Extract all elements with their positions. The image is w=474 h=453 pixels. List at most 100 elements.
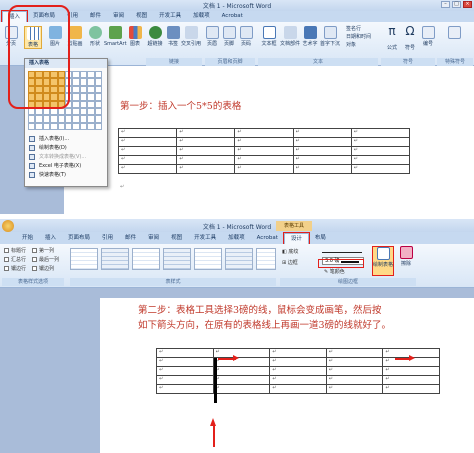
table-cell[interactable]: ↵ xyxy=(382,366,440,376)
grid-cell[interactable] xyxy=(42,107,51,116)
table-cell[interactable]: ↵ xyxy=(156,375,214,385)
tab-acrobat[interactable]: Acrobat xyxy=(216,11,249,22)
grid-cell[interactable] xyxy=(87,85,95,94)
table-style-2[interactable] xyxy=(101,248,129,270)
table-cell[interactable]: ↵ xyxy=(156,384,214,394)
tab-design[interactable]: 设计 xyxy=(282,231,310,245)
maximize-button[interactable]: □ xyxy=(452,1,461,8)
check-total-row[interactable]: 汇总行 xyxy=(4,257,26,264)
special-symbols-button[interactable] xyxy=(446,26,462,41)
table-cell[interactable]: ↵ xyxy=(117,164,178,174)
grid-cell[interactable] xyxy=(64,107,73,116)
eraser-button[interactable]: 擦除 xyxy=(398,246,414,267)
checkbox[interactable] xyxy=(32,248,37,253)
grid-cell[interactable] xyxy=(79,85,88,94)
borders-button[interactable]: ⊞ 边框 xyxy=(282,260,298,267)
quick-parts-button[interactable]: 文档部件 xyxy=(280,26,300,47)
table-cell[interactable]: ↵ xyxy=(176,146,236,156)
grid-cell[interactable] xyxy=(94,71,102,79)
draw-table-button[interactable]: 绘制表格 xyxy=(372,246,394,276)
table-cell[interactable]: ↵ xyxy=(156,348,214,358)
table-style-6[interactable] xyxy=(225,248,253,270)
table-cell[interactable]: ↵ xyxy=(176,155,236,165)
grid-cell[interactable] xyxy=(94,107,102,116)
hyperlink-button[interactable]: 超链接 xyxy=(146,26,164,47)
wordart-button[interactable]: 艺术字 xyxy=(301,26,319,47)
table-cell[interactable]: ↵ xyxy=(292,164,352,174)
header-button[interactable]: 页眉 xyxy=(205,26,219,47)
signature-line-button[interactable]: 签名行 xyxy=(346,26,361,32)
table-cell[interactable]: ↵ xyxy=(325,375,384,385)
date-time-button[interactable]: 日期和时间 xyxy=(346,34,371,40)
grid-cell[interactable] xyxy=(64,122,73,131)
grid-cell[interactable] xyxy=(79,115,88,123)
grid-cell[interactable] xyxy=(79,100,88,108)
table-cell[interactable]: ↵ xyxy=(176,137,236,147)
grid-cell[interactable] xyxy=(35,122,43,131)
grid-cell[interactable] xyxy=(87,93,95,101)
check-banded-columns[interactable]: 镶边列 xyxy=(32,266,54,273)
grid-cell[interactable] xyxy=(72,100,80,108)
table-cell[interactable]: ↵ xyxy=(269,384,327,394)
smartart-button[interactable]: SmartArt xyxy=(104,26,127,47)
checkbox[interactable] xyxy=(4,248,9,253)
grid-cell[interactable] xyxy=(64,115,73,123)
grid-cell[interactable] xyxy=(94,115,102,123)
grid-cell[interactable] xyxy=(72,85,80,94)
shading-button[interactable]: ◧ 底纹 xyxy=(282,249,298,256)
grid-cell[interactable] xyxy=(28,122,36,131)
tab-developer[interactable]: 开发工具 xyxy=(153,11,187,22)
checkbox[interactable] xyxy=(4,266,9,271)
table-cell[interactable]: ↵ xyxy=(212,375,271,385)
table-cell[interactable]: ↵ xyxy=(350,164,411,174)
checkbox[interactable] xyxy=(32,257,37,262)
table-cell[interactable]: ↵ xyxy=(176,164,236,174)
shapes-button[interactable]: 形状 xyxy=(86,26,104,47)
footer-button[interactable]: 页脚 xyxy=(222,26,236,47)
table-cell[interactable]: ↵ xyxy=(117,146,178,156)
tab-view[interactable]: 视图 xyxy=(165,233,188,244)
check-header-row[interactable]: 标题行 xyxy=(4,248,26,255)
minimize-button[interactable]: – xyxy=(441,1,450,8)
grid-cell[interactable] xyxy=(50,122,58,131)
tab-addins[interactable]: 加载项 xyxy=(222,233,251,244)
table-style-3[interactable] xyxy=(132,248,160,270)
table-cell[interactable]: ↵ xyxy=(212,348,271,358)
equation-button[interactable]: π 公式 xyxy=(384,24,400,55)
close-button[interactable]: × xyxy=(463,1,472,8)
grid-cell[interactable] xyxy=(72,107,80,116)
tab-references[interactable]: 引用 xyxy=(96,233,119,244)
grid-cell[interactable] xyxy=(57,122,65,131)
tab-home[interactable]: 开始 xyxy=(16,233,39,244)
pen-style-select[interactable] xyxy=(322,248,362,253)
numbering-button[interactable]: 编号 xyxy=(420,26,436,47)
table-cell[interactable]: ↵ xyxy=(292,146,352,156)
menu-item[interactable]: 绘制表格(D) xyxy=(27,144,107,152)
grid-cell[interactable] xyxy=(72,71,80,79)
tab-layout[interactable]: 布局 xyxy=(309,233,332,244)
pen-color-button[interactable]: ✎ 笔颜色 xyxy=(324,269,345,276)
grid-cell[interactable] xyxy=(87,78,95,86)
tab-view[interactable]: 视图 xyxy=(130,11,153,22)
menu-item[interactable]: 快速表格(T) xyxy=(27,171,107,179)
table-cell[interactable]: ↵ xyxy=(234,137,294,147)
table-style-1[interactable] xyxy=(70,248,98,270)
grid-cell[interactable] xyxy=(50,107,58,116)
grid-cell[interactable] xyxy=(87,100,95,108)
table-cell[interactable]: ↵ xyxy=(234,128,294,138)
grid-cell[interactable] xyxy=(87,122,95,131)
table-cell[interactable]: ↵ xyxy=(234,146,294,156)
table-cell[interactable]: ↵ xyxy=(269,375,327,385)
table-cell[interactable]: ↵ xyxy=(382,375,440,385)
table-cell[interactable]: ↵ xyxy=(269,366,327,376)
table-cell[interactable]: ↵ xyxy=(117,155,178,165)
table-cell[interactable]: ↵ xyxy=(292,128,352,138)
table-cell[interactable]: ↵ xyxy=(234,155,294,165)
table-cell[interactable]: ↵ xyxy=(325,357,384,367)
grid-cell[interactable] xyxy=(94,78,102,86)
symbol-button[interactable]: Ω 符号 xyxy=(402,24,418,55)
grid-cell[interactable] xyxy=(94,122,102,131)
tab-review[interactable]: 审阅 xyxy=(142,233,165,244)
table-cell[interactable]: ↵ xyxy=(350,146,411,156)
grid-cell[interactable] xyxy=(42,122,51,131)
